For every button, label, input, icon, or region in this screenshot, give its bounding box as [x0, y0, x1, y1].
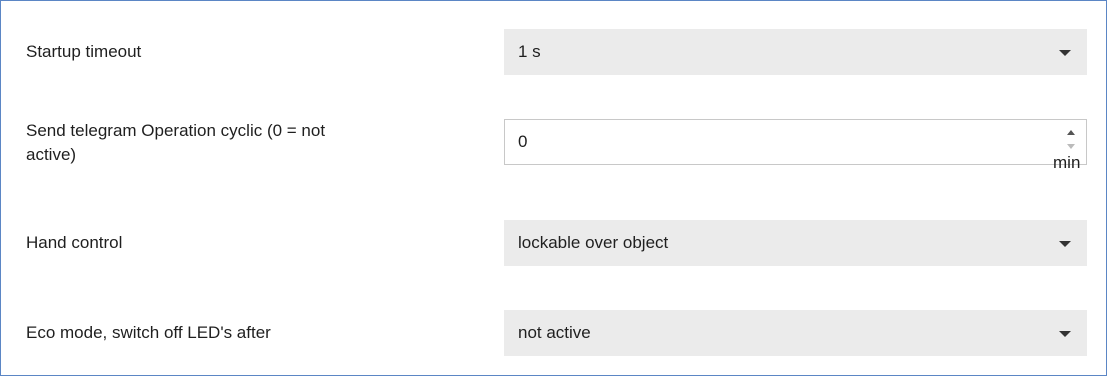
startup-timeout-select[interactable]: 1 s — [504, 29, 1087, 75]
chevron-down-icon[interactable] — [1059, 50, 1071, 56]
eco-mode-label: Eco mode, switch off LED's after — [26, 323, 271, 342]
arrow-down-icon[interactable] — [1067, 144, 1075, 149]
setting-row-startup-timeout: Startup timeout 1 s — [1, 29, 1106, 75]
eco-mode-select[interactable]: not active — [504, 310, 1087, 356]
send-telegram-cyclic-label: Send telegram Operation cyclic (0 = not … — [26, 119, 325, 167]
arrow-up-icon[interactable] — [1067, 130, 1075, 135]
parameter-panel: Startup timeout 1 s Send telegram Operat… — [0, 0, 1107, 376]
setting-row-hand-control: Hand control lockable over object — [1, 220, 1106, 266]
send-telegram-cyclic-input[interactable]: 0 — [504, 119, 1087, 165]
hand-control-label: Hand control — [26, 233, 123, 252]
hand-control-value: lockable over object — [518, 233, 669, 252]
chevron-down-icon[interactable] — [1059, 241, 1071, 247]
setting-row-send-telegram-cyclic: Send telegram Operation cyclic (0 = not … — [1, 119, 1106, 189]
startup-timeout-value: 1 s — [518, 42, 541, 61]
hand-control-select[interactable]: lockable over object — [504, 220, 1087, 266]
send-telegram-cyclic-label-line1: Send telegram Operation cyclic (0 = not — [26, 121, 326, 140]
startup-timeout-label: Startup timeout — [26, 42, 142, 61]
send-telegram-cyclic-unit: min — [1053, 153, 1081, 172]
setting-row-eco-mode: Eco mode, switch off LED's after not act… — [1, 310, 1106, 356]
chevron-down-icon[interactable] — [1059, 331, 1071, 337]
eco-mode-value: not active — [518, 323, 591, 342]
send-telegram-cyclic-value: 0 — [518, 132, 528, 151]
send-telegram-cyclic-label-line2: active) — [26, 145, 77, 164]
